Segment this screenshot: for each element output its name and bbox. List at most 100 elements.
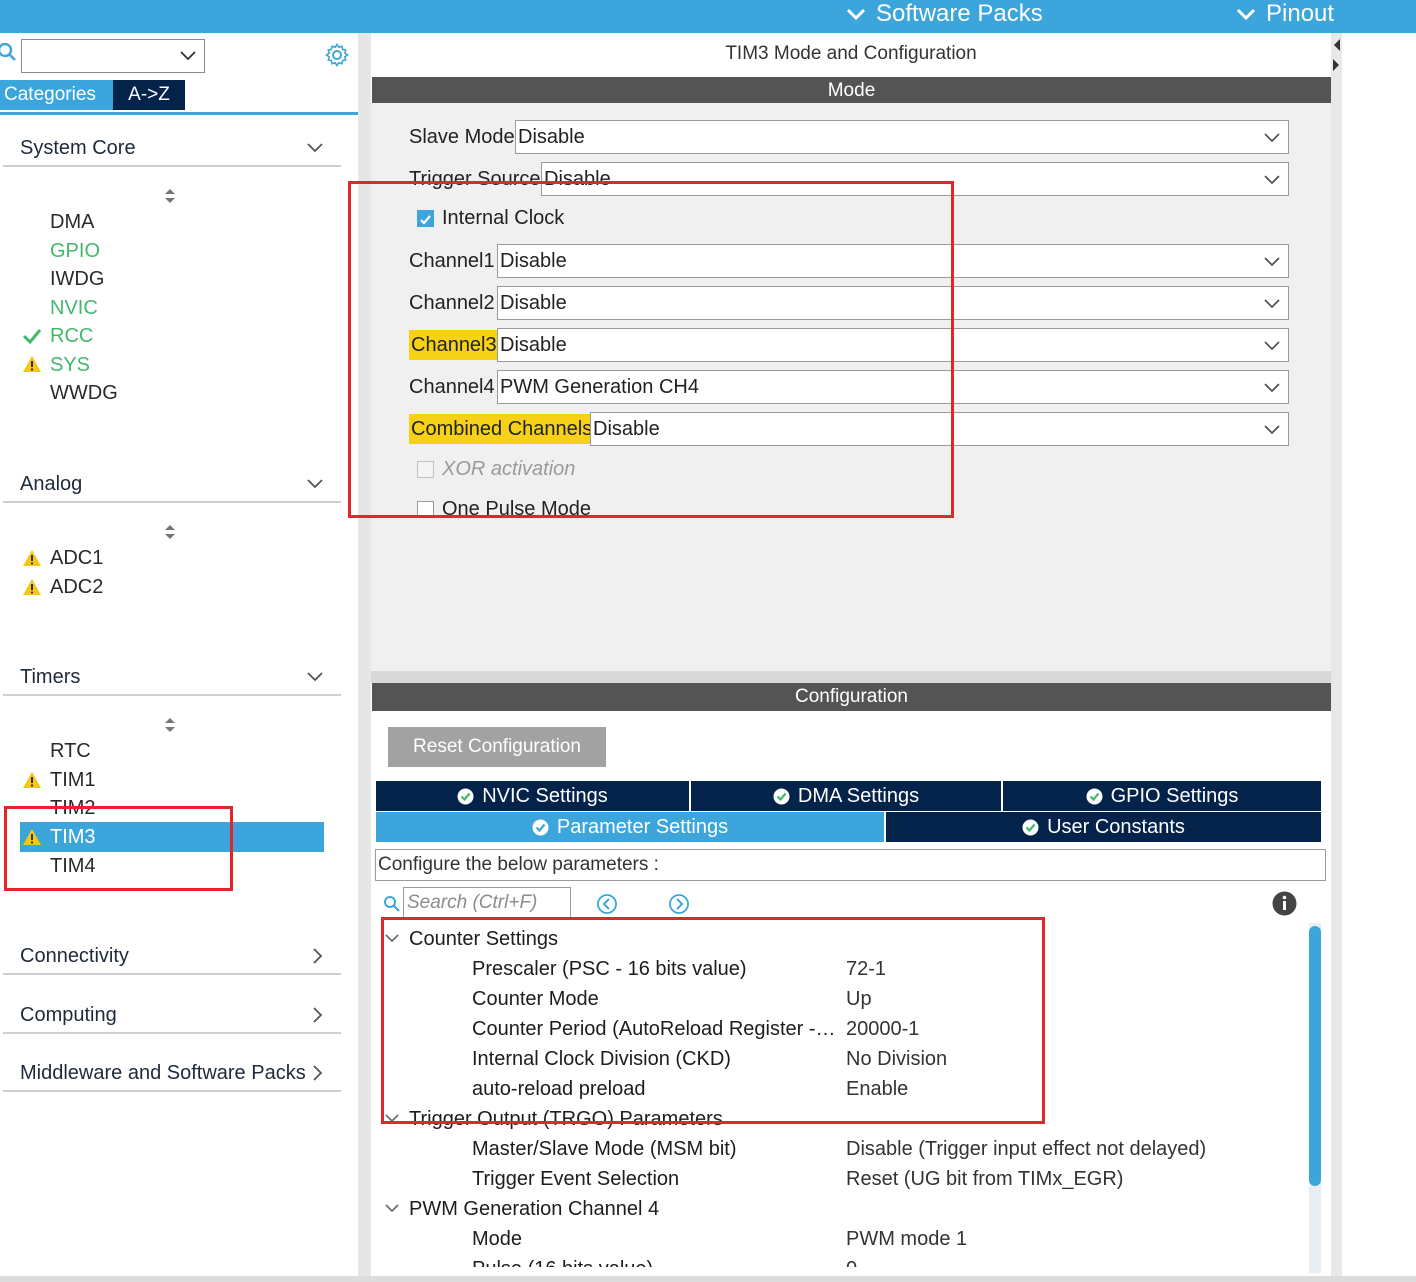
chevron-down-icon	[1264, 299, 1280, 309]
param-value[interactable]: No Division	[846, 1045, 947, 1073]
channel3-select[interactable]: Disable	[497, 328, 1289, 362]
group-counter-settings[interactable]: Counter Settings	[409, 925, 558, 953]
chevron-down-icon[interactable]	[180, 51, 196, 61]
channel1-value: Disable	[500, 250, 567, 272]
category-connectivity[interactable]: Connectivity	[3, 939, 341, 975]
pinout-menu[interactable]: Pinout	[1236, 0, 1334, 28]
list-item-nvic[interactable]: NVIC	[50, 295, 98, 321]
sidebar-search-input[interactable]	[21, 39, 205, 73]
list-item-rcc[interactable]: RCC	[50, 323, 93, 349]
channel1-select[interactable]: Disable	[497, 244, 1289, 278]
configuration-section-header: Configuration	[372, 683, 1331, 711]
next-icon[interactable]	[668, 893, 690, 915]
list-item-tim2[interactable]: TIM2	[50, 795, 96, 821]
sort-icon[interactable]	[163, 187, 177, 205]
xor-activation-checkbox[interactable]	[417, 461, 434, 478]
param-value[interactable]: PWM mode 1	[846, 1225, 967, 1253]
trigger-source-select[interactable]: Disable	[541, 162, 1289, 196]
category-middleware[interactable]: Middleware and Software Packs	[3, 1056, 341, 1092]
parameter-tree: Counter Settings Prescaler (PSC - 16 bit…	[371, 921, 1307, 1267]
warning-icon	[23, 772, 41, 788]
param-value[interactable]: Up	[846, 985, 872, 1013]
chevron-right-icon	[313, 948, 323, 964]
one-pulse-mode-checkbox[interactable]	[417, 501, 434, 518]
group-pwm-channel-4[interactable]: PWM Generation Channel 4	[409, 1195, 659, 1223]
list-item-iwdg[interactable]: IWDG	[50, 266, 104, 292]
channel2-select[interactable]: Disable	[497, 286, 1289, 320]
page-title: TIM3 Mode and Configuration	[725, 43, 977, 64]
tab-gpio-settings[interactable]: GPIO Settings	[1003, 781, 1321, 811]
list-item-sys[interactable]: SYS	[50, 352, 90, 378]
list-item-adc2[interactable]: ADC2	[50, 574, 103, 600]
list-item-tim1[interactable]: TIM1	[50, 767, 96, 793]
gear-icon[interactable]	[325, 43, 349, 67]
param-value[interactable]: 0	[846, 1255, 857, 1267]
param-name: Prescaler (PSC - 16 bits value)	[472, 958, 747, 980]
category-label: Computing	[20, 1004, 117, 1026]
chevron-down-icon	[1264, 257, 1280, 267]
tab-user-constants[interactable]: User Constants	[886, 812, 1321, 842]
category-timers[interactable]: Timers	[3, 660, 341, 696]
param-value[interactable]: Reset (UG bit from TIMx_EGR)	[846, 1165, 1123, 1193]
software-packs-menu[interactable]: Software Packs	[846, 0, 1043, 28]
sidebar-tabs: Categories A->Z	[0, 80, 185, 110]
sort-icon[interactable]	[163, 716, 177, 734]
tab-categories[interactable]: Categories	[0, 80, 113, 110]
previous-icon[interactable]	[596, 893, 618, 915]
search-icon[interactable]	[0, 43, 18, 63]
collapse-left-icon[interactable]	[1331, 37, 1342, 53]
pinout-label: Pinout	[1266, 0, 1335, 27]
category-system-core[interactable]: System Core	[3, 131, 341, 167]
param-value[interactable]: Disable (Trigger input effect not delaye…	[846, 1135, 1206, 1163]
list-item-adc1[interactable]: ADC1	[50, 545, 103, 571]
category-computing[interactable]: Computing	[3, 998, 341, 1034]
category-label: Connectivity	[20, 945, 129, 967]
warning-icon	[23, 829, 41, 845]
list-item-wwdg[interactable]: WWDG	[50, 380, 118, 406]
check-circle-icon	[1086, 788, 1103, 804]
group-trigger-output[interactable]: Trigger Output (TRGO) Parameters	[409, 1105, 723, 1133]
list-item-tim3[interactable]: TIM3	[50, 824, 96, 850]
tab-a-to-z[interactable]: A->Z	[113, 80, 185, 110]
scrollbar-thumb[interactable]	[1309, 926, 1321, 1186]
list-item-gpio[interactable]: GPIO	[50, 238, 100, 264]
sort-icon[interactable]	[163, 523, 177, 541]
param-name: Counter Period (AutoReload Register - 16…	[472, 1018, 837, 1040]
tab-dma-settings[interactable]: DMA Settings	[691, 781, 1001, 811]
channel4-select[interactable]: PWM Generation CH4	[497, 370, 1289, 404]
category-analog[interactable]: Analog	[3, 467, 341, 503]
tab-parameter-settings[interactable]: Parameter Settings	[376, 812, 884, 842]
checkmark-icon	[420, 215, 431, 225]
parameter-search-input[interactable]: Search (Ctrl+F)	[403, 887, 571, 919]
list-item-tim4[interactable]: TIM4	[50, 853, 96, 879]
warning-icon	[23, 550, 41, 566]
param-value[interactable]: 72-1	[846, 955, 886, 983]
chevron-down-icon[interactable]	[385, 933, 399, 943]
list-item-rtc[interactable]: RTC	[50, 738, 91, 764]
collapse-right-icon[interactable]	[1331, 57, 1342, 73]
chevron-down-icon[interactable]	[385, 1203, 399, 1213]
param-value[interactable]: 20000-1	[846, 1015, 919, 1043]
tab-nvic-settings[interactable]: NVIC Settings	[376, 781, 689, 811]
search-icon	[384, 896, 400, 912]
combined-channels-label: Combined Channels	[409, 414, 595, 444]
side-collapse-strip[interactable]	[1331, 33, 1342, 1279]
slave-mode-select[interactable]: Disable	[515, 120, 1289, 154]
mode-section: Slave Mode Disable Trigger Source Disabl…	[371, 103, 1331, 671]
info-icon[interactable]	[1272, 891, 1297, 916]
config-description: Configure the below parameters :	[375, 849, 1326, 881]
chevron-down-icon[interactable]	[385, 1113, 399, 1123]
chevron-right-icon	[313, 1065, 323, 1081]
param-name: auto-reload preload	[472, 1078, 646, 1100]
internal-clock-checkbox[interactable]	[417, 210, 434, 227]
param-name: Counter Mode	[472, 988, 599, 1010]
combined-channels-select[interactable]: Disable	[590, 412, 1289, 446]
chevron-down-icon	[1264, 383, 1280, 393]
param-value[interactable]: Enable	[846, 1075, 908, 1103]
software-packs-label: Software Packs	[876, 0, 1043, 27]
list-item-dma[interactable]: DMA	[50, 209, 94, 235]
reset-configuration-button[interactable]: Reset Configuration	[388, 727, 606, 767]
channel3-label: Channel3	[409, 330, 499, 360]
trigger-source-value: Disable	[544, 168, 611, 190]
panel-splitter[interactable]	[358, 33, 371, 1279]
